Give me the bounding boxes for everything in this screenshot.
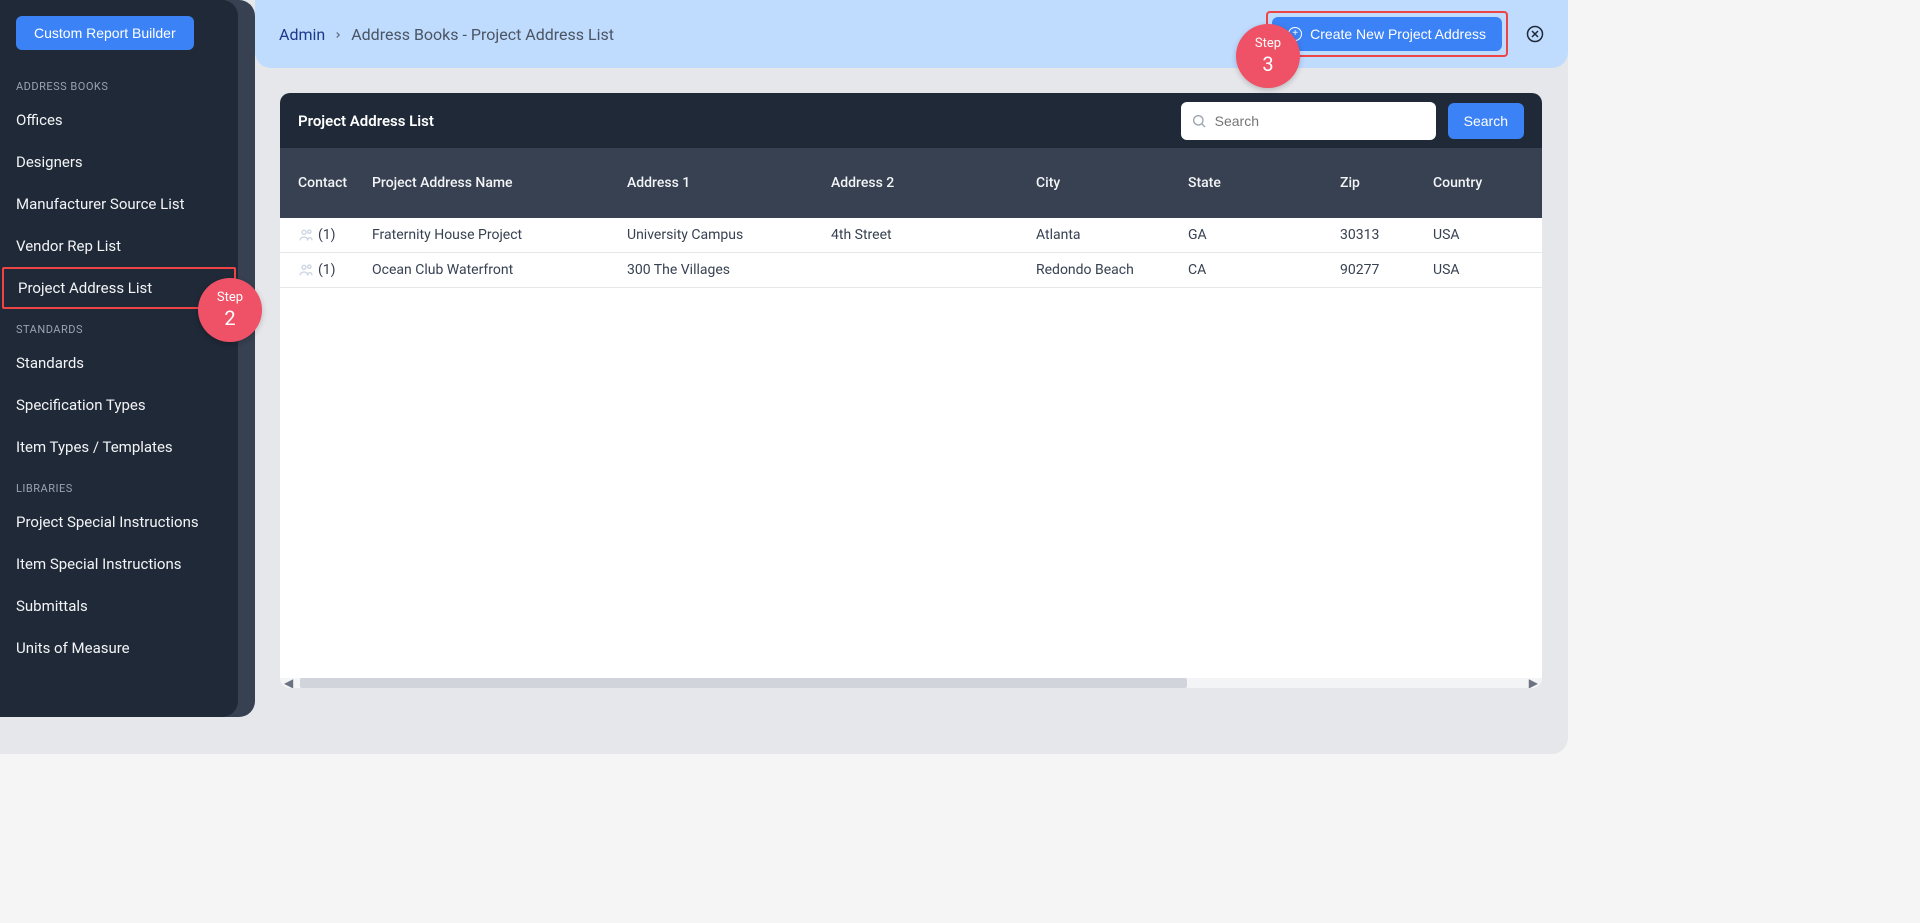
sidebar-item-units-of-measure[interactable]: Units of Measure [0, 627, 238, 669]
sidebar-item-item-special-instructions[interactable]: Item Special Instructions [0, 543, 238, 585]
cell-state: GA [1188, 227, 1340, 243]
chevron-right-icon [333, 25, 343, 44]
card-header: Project Address List Search [280, 93, 1542, 148]
sidebar-item-designers[interactable]: Designers [0, 141, 238, 183]
contact-count: (1) [318, 227, 336, 243]
scroll-right-icon[interactable]: ▶ [1529, 676, 1538, 688]
col-state[interactable]: State [1188, 175, 1340, 191]
contact-cell[interactable]: (1) [280, 262, 372, 278]
step-label: Step [1255, 36, 1281, 52]
cell-zip: 90277 [1340, 262, 1433, 278]
sidebar-section-address-books: Address Books [0, 66, 238, 99]
sidebar-item-vendor-rep-list[interactable]: Vendor Rep List [0, 225, 238, 267]
step-2-marker: Step 2 [198, 278, 262, 342]
contact-cell[interactable]: (1) [280, 227, 372, 243]
sidebar-item-offices[interactable]: Offices [0, 99, 238, 141]
col-addr1[interactable]: Address 1 [627, 175, 831, 191]
table-header-row: Contact Project Address Name Address 1 A… [280, 148, 1542, 218]
step-number: 3 [1262, 52, 1273, 76]
cell-country: USA [1433, 227, 1533, 243]
card-title: Project Address List [298, 112, 1169, 130]
step-number: 2 [224, 306, 235, 330]
search-button[interactable]: Search [1448, 103, 1524, 139]
cell-addr1: 300 The Villages [627, 262, 831, 278]
col-zip[interactable]: Zip [1340, 175, 1433, 191]
step-3-marker: Step 3 [1236, 24, 1300, 88]
custom-report-builder-button[interactable]: Custom Report Builder [16, 16, 194, 50]
breadcrumb: Admin Address Books - Project Address Li… [279, 25, 1266, 44]
create-button-highlight: + Create New Project Address [1266, 11, 1508, 57]
col-contact[interactable]: Contact [280, 175, 372, 191]
top-bar: Admin Address Books - Project Address Li… [255, 0, 1568, 68]
app-frame: Custom Report Builder Address Books Offi… [0, 0, 1568, 754]
table-row[interactable]: (1) Fraternity House Project University … [280, 218, 1542, 253]
cell-addr2: 4th Street [831, 227, 1036, 243]
sidebar-item-standards[interactable]: Standards [0, 342, 238, 384]
cell-state: CA [1188, 262, 1340, 278]
cell-country: USA [1433, 262, 1533, 278]
people-icon [298, 262, 314, 278]
table-row[interactable]: (1) Ocean Club Waterfront 300 The Villag… [280, 253, 1542, 288]
people-icon [298, 227, 314, 243]
close-icon[interactable] [1526, 25, 1544, 43]
col-country[interactable]: Country [1433, 175, 1533, 191]
search-wrap [1181, 102, 1436, 140]
scroll-left-icon[interactable]: ◀ [284, 676, 293, 688]
cell-name: Ocean Club Waterfront [372, 262, 627, 278]
sidebar-item-manufacturer-source-list[interactable]: Manufacturer Source List [0, 183, 238, 225]
horizontal-scrollbar[interactable]: ◀ ▶ [280, 678, 1542, 688]
sidebar-section-libraries: Libraries [0, 468, 238, 501]
sidebar-item-specification-types[interactable]: Specification Types [0, 384, 238, 426]
cell-city: Atlanta [1036, 227, 1188, 243]
search-input[interactable] [1181, 102, 1436, 140]
cell-zip: 30313 [1340, 227, 1433, 243]
col-city[interactable]: City [1036, 175, 1188, 191]
contact-count: (1) [318, 262, 336, 278]
sidebar-item-project-special-instructions[interactable]: Project Special Instructions [0, 501, 238, 543]
cell-name: Fraternity House Project [372, 227, 627, 243]
col-addr2[interactable]: Address 2 [831, 175, 1036, 191]
scroll-thumb[interactable] [300, 678, 1187, 688]
create-button-label: Create New Project Address [1310, 26, 1486, 42]
cell-city: Redondo Beach [1036, 262, 1188, 278]
step-label: Step [217, 290, 243, 306]
search-icon [1191, 113, 1207, 129]
col-name[interactable]: Project Address Name [372, 175, 627, 191]
content-card: Project Address List Search Contact Proj… [280, 93, 1542, 688]
create-new-project-address-button[interactable]: + Create New Project Address [1272, 17, 1502, 51]
sidebar-item-item-types-templates[interactable]: Item Types / Templates [0, 426, 238, 468]
cell-addr1: University Campus [627, 227, 831, 243]
sidebar: Custom Report Builder Address Books Offi… [0, 0, 238, 717]
sidebar-item-submittals[interactable]: Submittals [0, 585, 238, 627]
breadcrumb-root[interactable]: Admin [279, 25, 325, 44]
breadcrumb-current: Address Books - Project Address List [351, 25, 614, 44]
